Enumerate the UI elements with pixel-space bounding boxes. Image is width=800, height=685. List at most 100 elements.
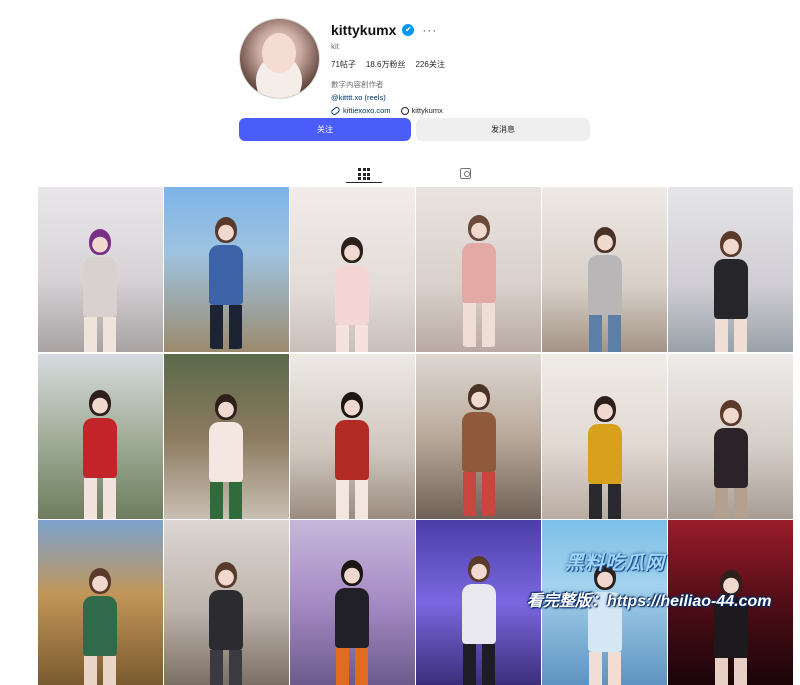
figure-body <box>461 411 496 472</box>
figure-head <box>89 389 112 416</box>
figure-body <box>335 265 370 325</box>
following-count[interactable]: 226关注 <box>415 59 444 70</box>
post-thumbnail[interactable] <box>668 353 793 519</box>
figure-body <box>209 421 244 482</box>
threads-link[interactable]: kittykumx <box>400 106 443 115</box>
figure-body <box>587 255 622 315</box>
figure-legs <box>710 658 751 685</box>
post-thumbnail[interactable] <box>164 187 289 352</box>
figure-head <box>467 556 490 583</box>
post-figure <box>80 229 121 352</box>
website-text: kittiexoxo.com <box>343 106 391 115</box>
post-figure <box>710 399 751 519</box>
figure-legs <box>332 648 373 685</box>
post-figure <box>458 383 499 516</box>
profile-links: kittiexoxo.com kittykumx <box>330 105 611 116</box>
figure-body <box>587 423 622 484</box>
post-figure <box>206 562 247 685</box>
profile-stats: 71帖子 18.6万粉丝 226关注 <box>331 59 611 70</box>
post-thumbnail[interactable] <box>164 520 289 685</box>
figure-legs <box>80 477 121 519</box>
post-thumbnail[interactable] <box>542 353 667 519</box>
profile-category: 數字內容創作者 <box>331 80 384 89</box>
mention-link[interactable]: @kitttt.xo (reels) <box>331 93 611 102</box>
figure-legs <box>206 650 247 685</box>
profile-tabs <box>0 160 800 186</box>
display-name: kit <box>331 42 339 51</box>
post-thumbnail[interactable] <box>38 353 163 519</box>
verified-badge-icon: ✔ <box>402 24 415 36</box>
figure-legs <box>80 656 121 685</box>
figure-head <box>215 393 238 420</box>
figure-legs <box>332 479 373 519</box>
figure-head <box>89 229 112 255</box>
post-thumbnail[interactable] <box>290 187 415 352</box>
post-thumbnail[interactable] <box>668 187 793 352</box>
figure-body <box>335 419 370 480</box>
figure-head <box>719 399 742 426</box>
more-options-icon[interactable]: ··· <box>422 23 437 37</box>
post-figure <box>458 215 499 347</box>
followers-count[interactable]: 18.6万粉丝 <box>366 59 406 70</box>
post-figure <box>584 227 625 352</box>
figure-legs <box>584 652 625 685</box>
post-thumbnail[interactable] <box>290 520 415 685</box>
post-thumbnail[interactable] <box>290 353 415 519</box>
figure-legs <box>458 644 499 685</box>
figure-legs <box>80 317 121 352</box>
post-figure <box>458 556 499 685</box>
profile-info: kittykumx ✔ ··· kit 71帖子 18.6万粉丝 226关注 數… <box>330 20 611 116</box>
tagged-icon[interactable] <box>460 168 471 179</box>
figure-head <box>215 217 238 243</box>
figure-body <box>713 427 748 488</box>
figure-body <box>83 417 118 478</box>
post-thumbnail[interactable] <box>38 187 163 352</box>
post-thumbnail[interactable] <box>164 353 289 519</box>
figure-body <box>461 584 496 645</box>
website-link[interactable]: kittiexoxo.com <box>330 105 391 116</box>
post-thumbnail[interactable] <box>416 520 541 685</box>
watermark-url: 看完整版：https://heiliao-44.com <box>527 593 772 610</box>
follow-button[interactable]: 关注 <box>239 118 411 141</box>
post-thumbnail[interactable] <box>416 187 541 352</box>
username: kittykumx <box>331 22 397 38</box>
figure-head <box>593 227 616 253</box>
figure-legs <box>710 319 751 352</box>
username-row: kittykumx ✔ ··· <box>331 20 611 40</box>
post-thumbnail[interactable] <box>542 187 667 352</box>
post-figure <box>80 389 121 519</box>
post-figure <box>332 560 373 685</box>
figure-body <box>461 243 496 303</box>
active-tab-indicator <box>346 182 382 183</box>
figure-body <box>209 245 244 305</box>
figure-legs <box>332 325 373 352</box>
figure-legs <box>458 303 499 347</box>
message-button[interactable]: 发消息 <box>416 118 590 141</box>
figure-head <box>467 383 490 410</box>
profile-avatar[interactable] <box>239 18 320 99</box>
post-figure <box>80 568 121 685</box>
posts-count: 71帖子 <box>331 60 356 69</box>
post-figure <box>332 391 373 519</box>
post-figure <box>206 393 247 519</box>
post-figure <box>584 564 625 685</box>
link-icon <box>330 105 341 116</box>
threads-icon <box>400 106 409 115</box>
figure-head <box>341 237 364 263</box>
figure-head <box>593 395 616 422</box>
post-figure <box>332 237 373 352</box>
figure-legs <box>206 305 247 349</box>
figure-legs <box>206 481 247 519</box>
figure-head <box>719 231 742 257</box>
figure-legs <box>710 487 751 519</box>
post-thumbnail[interactable] <box>416 353 541 519</box>
threads-handle: kittykumx <box>411 106 443 115</box>
grid-icon[interactable] <box>358 168 370 180</box>
figure-head <box>341 560 364 587</box>
figure-body <box>209 590 244 651</box>
figure-body <box>83 257 118 317</box>
figure-body <box>335 588 370 649</box>
post-figure <box>710 231 751 352</box>
post-thumbnail[interactable] <box>38 520 163 685</box>
figure-body <box>713 259 748 319</box>
